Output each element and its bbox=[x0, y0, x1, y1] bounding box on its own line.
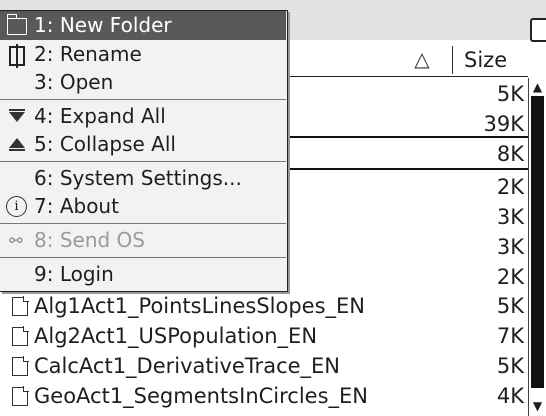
expand-all-icon bbox=[3, 104, 29, 130]
file-size: 2K bbox=[496, 265, 524, 289]
menu-item-open[interactable]: 3: Open bbox=[0, 68, 286, 97]
file-row[interactable]: GeoAct1_SegmentsInCircles_EN 4K bbox=[0, 380, 528, 410]
file-size: 2K bbox=[496, 175, 524, 199]
column-separator bbox=[452, 46, 453, 74]
menu-item-login[interactable]: 9: Login bbox=[0, 260, 286, 289]
file-browser-screen: △ Size 5K 39K 8K 2K 3K 3K 2K Alg1Act1_Po… bbox=[0, 0, 546, 416]
menu-item-new-folder[interactable]: 1: New Folder bbox=[0, 11, 286, 40]
file-size: 8K bbox=[496, 142, 524, 166]
menu-item-label: 6: System Settings... bbox=[34, 166, 242, 190]
file-name: GeoAct1_SegmentsInCircles_EN bbox=[34, 384, 369, 408]
scrollbar-thumb[interactable] bbox=[531, 96, 544, 388]
menu-separator bbox=[0, 161, 286, 162]
file-name: Alg1Act1_PointsLinesSlopes_EN bbox=[34, 294, 365, 318]
file-name: CalcAct1_DerivativeTrace_EN bbox=[34, 354, 341, 378]
file-size: 4K bbox=[496, 384, 524, 408]
menu-item-about[interactable]: i 7: About bbox=[0, 192, 286, 221]
file-row[interactable]: Alg2Act1_USPopulation_EN 7K bbox=[0, 320, 528, 350]
document-icon bbox=[12, 386, 29, 406]
menu-item-collapse-all[interactable]: 5: Collapse All bbox=[0, 130, 286, 159]
file-size: 39K bbox=[483, 112, 525, 136]
menu-separator bbox=[0, 99, 286, 100]
document-icon bbox=[12, 356, 29, 376]
window-close-button[interactable] bbox=[530, 18, 546, 42]
menu-item-label: 4: Expand All bbox=[34, 104, 166, 128]
file-size: 3K bbox=[496, 235, 524, 259]
menu-item-label: 3: Open bbox=[34, 70, 114, 94]
rename-icon bbox=[3, 42, 29, 68]
file-size: 5K bbox=[496, 294, 524, 318]
info-icon: i bbox=[3, 194, 29, 220]
new-folder-icon bbox=[3, 13, 29, 39]
file-size: 5K bbox=[496, 82, 524, 106]
file-size: 3K bbox=[496, 205, 524, 229]
scroll-down-arrow-icon[interactable]: ▼ bbox=[530, 396, 545, 416]
collapse-all-icon bbox=[3, 132, 29, 158]
vertical-scrollbar[interactable]: ▲ ▼ bbox=[528, 78, 546, 416]
sort-ascending-icon[interactable]: △ bbox=[402, 48, 442, 70]
menu-item-label: 1: New Folder bbox=[34, 13, 172, 37]
file-row[interactable]: CalcAct1_DerivativeTrace_EN 5K bbox=[0, 350, 528, 380]
menu-item-label: 5: Collapse All bbox=[34, 132, 176, 156]
menu-separator bbox=[0, 223, 286, 224]
scroll-up-arrow-icon[interactable]: ▲ bbox=[530, 79, 545, 95]
file-name: Alg2Act1_USPopulation_EN bbox=[34, 324, 318, 348]
menu-item-label: 2: Rename bbox=[34, 42, 142, 66]
context-menu: 1: New Folder 2: Rename 3: Open 4: Expan… bbox=[0, 10, 288, 292]
size-column-header[interactable]: Size bbox=[464, 46, 507, 74]
menu-item-expand-all[interactable]: 4: Expand All bbox=[0, 102, 286, 131]
menu-item-label: 7: About bbox=[34, 194, 119, 218]
file-size: 7K bbox=[496, 324, 524, 348]
file-size: 5K bbox=[496, 354, 524, 378]
menu-item-rename[interactable]: 2: Rename bbox=[0, 40, 286, 69]
menu-item-system-settings[interactable]: 6: System Settings... bbox=[0, 164, 286, 193]
document-icon bbox=[12, 326, 29, 346]
menu-separator bbox=[0, 257, 286, 258]
menu-item-label: 9: Login bbox=[34, 262, 114, 286]
document-icon bbox=[12, 296, 29, 316]
menu-item-send-os: ⚯ 8: Send OS bbox=[0, 226, 286, 255]
menu-item-label: 8: Send OS bbox=[34, 228, 145, 252]
file-row[interactable]: Alg1Act1_PointsLinesSlopes_EN 5K bbox=[0, 290, 528, 320]
send-os-icon: ⚯ bbox=[9, 231, 23, 250]
